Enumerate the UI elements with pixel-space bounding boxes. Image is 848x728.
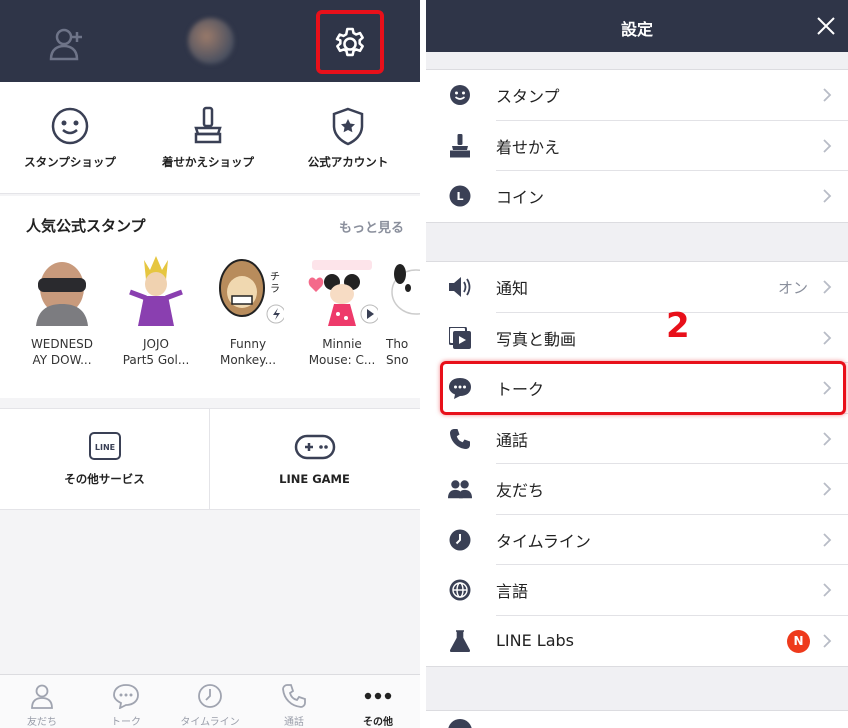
stamp-item[interactable]: JOJO Part5 Gol... <box>114 252 198 368</box>
chevron-right-icon <box>823 88 832 102</box>
theme-shop-shortcut[interactable]: 着せかえショップ <box>138 106 278 170</box>
stamp-name: Tho Sno <box>386 337 409 367</box>
settings-row-timeline[interactable]: タイムライン <box>426 515 848 565</box>
stamp-thumbnail <box>26 252 98 326</box>
stamp-name: JOJO Part5 Gol... <box>122 337 190 367</box>
step-2-label: 2 <box>666 306 690 346</box>
settings-row-calls[interactable]: 通話 <box>426 414 848 464</box>
shortcut-label: スタンプショップ <box>24 155 116 169</box>
svg-text:チ: チ <box>270 271 280 283</box>
settings-row-friends[interactable]: 友だち <box>426 464 848 515</box>
shortcut-label: 着せかえショップ <box>162 155 254 169</box>
stamp-thumbnail: チ ラ <box>212 252 286 326</box>
globe-icon <box>448 578 472 602</box>
shortcut-row: スタンプショップ 着せかえショップ 公式アカウント <box>0 82 420 194</box>
page-title: 設定 <box>620 20 653 39</box>
tab-more[interactable]: その他 <box>336 683 420 728</box>
settings-group-general: 通知 オン 写真と動画 トーク 通話 友だち タイムライン 言語 LINE La… <box>426 261 848 667</box>
shortcut-label: 公式アカウント <box>307 155 389 169</box>
settings-icon <box>448 719 472 728</box>
official-account-shortcut[interactable]: 公式アカウント <box>278 106 418 170</box>
more-screen: 1 スタンプショップ 着せかえショップ 公式アカウント <box>0 0 420 728</box>
chat-bubble-icon <box>113 684 139 709</box>
brush-icon <box>448 133 472 158</box>
chevron-right-icon <box>823 138 832 153</box>
friends-icon <box>448 477 472 501</box>
stamp-item[interactable]: Tho Sno <box>386 252 420 368</box>
shield-star-icon <box>332 107 364 146</box>
chevron-right-icon <box>823 532 832 547</box>
gear-highlight-box <box>316 10 384 74</box>
settings-group-shop: スタンプ 着せかえ L コイン <box>426 69 848 223</box>
settings-row-language[interactable]: 言語 <box>426 565 848 616</box>
stamp-item[interactable]: チ ラ Funny Monkey... <box>206 252 290 368</box>
chevron-right-icon <box>823 189 832 203</box>
smiley-icon <box>51 107 89 145</box>
tab-friends[interactable]: 友だち <box>0 683 84 728</box>
settings-row-line-labs[interactable]: LINE Labs N <box>426 616 848 667</box>
add-friend-icon[interactable] <box>44 22 88 66</box>
other-services-button[interactable]: LINE その他サービス <box>0 409 209 509</box>
bottom-tab-bar: 友だち トーク タイムライン 通話 その他 <box>0 674 420 728</box>
tab-calls[interactable]: 通話 <box>252 683 336 728</box>
stamp-thumbnail <box>306 252 380 326</box>
services-row: LINE その他サービス LINE GAME <box>0 408 420 510</box>
stamp-item[interactable]: Minnie Mouse: C... <box>300 252 384 368</box>
svg-text:L: L <box>456 190 463 203</box>
chevron-right-icon <box>823 280 832 294</box>
stamp-thumbnail <box>386 252 420 326</box>
chevron-right-icon <box>823 431 832 446</box>
phone-icon <box>448 427 472 451</box>
svg-text:ラ: ラ <box>270 283 280 295</box>
settings-header: 設定 <box>426 0 848 52</box>
coin-icon: L <box>448 184 472 208</box>
smiley-icon <box>448 83 472 107</box>
top-bar <box>0 0 420 82</box>
tab-talk[interactable]: トーク <box>84 683 168 728</box>
stamp-thumbnail <box>120 252 192 326</box>
settings-row-coins[interactable]: L コイン <box>426 171 848 222</box>
chevron-right-icon <box>823 633 832 648</box>
settings-row-notifications[interactable]: 通知 オン <box>426 262 848 313</box>
profile-avatar[interactable] <box>188 18 234 64</box>
see-more-link[interactable]: もっと見る <box>339 217 404 236</box>
settings-row-photos-videos[interactable]: 写真と動画 <box>426 313 848 363</box>
stamp-name: WEDNESD AY DOW... <box>30 337 94 367</box>
line-logo-icon: LINE <box>88 432 121 460</box>
new-badge: N <box>787 629 810 653</box>
chevron-right-icon <box>823 482 832 496</box>
photo-video-icon <box>448 326 472 350</box>
stamp-item[interactable]: WEDNESD AY DOW... <box>20 252 104 368</box>
brush-icon <box>194 106 222 144</box>
speaker-icon <box>448 275 472 299</box>
close-icon[interactable] <box>814 14 838 38</box>
section-title: 人気公式スタンプ <box>26 217 146 235</box>
popular-stamps-section: 人気公式スタンプ もっと見る WEDNESD AY DOW... JOJO Pa… <box>0 196 420 398</box>
gamepad-icon <box>294 434 335 460</box>
clock-icon <box>198 684 222 708</box>
line-game-button[interactable]: LINE GAME <box>210 409 419 509</box>
person-icon <box>31 684 53 709</box>
chevron-right-icon <box>823 583 832 597</box>
talk-highlight-box <box>440 361 846 415</box>
settings-group-more <box>426 710 848 728</box>
chevron-right-icon <box>823 330 832 345</box>
stamp-name: Minnie Mouse: C... <box>308 337 376 367</box>
svg-text:LINE: LINE <box>94 443 114 452</box>
settings-row-themes[interactable]: 着せかえ <box>426 121 848 171</box>
more-dots-icon <box>364 692 392 700</box>
settings-row-stamps[interactable]: スタンプ <box>426 70 848 121</box>
phone-icon <box>282 684 306 708</box>
settings-screen: 設定 スタンプ 着せかえ L コイン 通知 オン 写真と動画 トーク 通話 友だ… <box>426 0 848 728</box>
notification-status: オン <box>777 278 808 297</box>
stamp-name: Funny Monkey... <box>219 337 277 367</box>
tab-timeline[interactable]: タイムライン <box>168 683 252 728</box>
flask-icon <box>448 629 472 653</box>
clock-icon <box>448 528 472 552</box>
stamp-shop-shortcut[interactable]: スタンプショップ <box>0 106 140 170</box>
